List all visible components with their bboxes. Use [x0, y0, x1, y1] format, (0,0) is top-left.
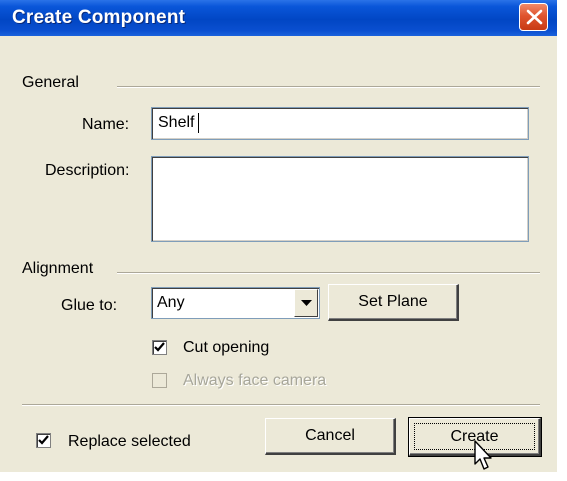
- glue-to-value: Any: [157, 294, 185, 311]
- cancel-label: Cancel: [305, 427, 355, 444]
- general-group-line: [117, 86, 540, 88]
- checkmark-icon: [154, 342, 165, 352]
- dropdown-arrow-button[interactable]: [294, 289, 318, 317]
- alignment-group-label: Alignment: [22, 260, 94, 277]
- replace-selected-checkbox[interactable]: [36, 433, 51, 448]
- name-label: Name:: [82, 116, 130, 133]
- always-face-camera-label: Always face camera: [183, 372, 327, 389]
- mouse-pointer-icon: [474, 440, 492, 470]
- text-caret: [198, 113, 199, 133]
- always-face-camera-checkbox: [152, 373, 167, 388]
- glue-to-label: Glue to:: [61, 297, 118, 314]
- alignment-group-line: [117, 272, 540, 274]
- set-plane-label: Set Plane: [358, 293, 428, 310]
- description-field[interactable]: [151, 156, 529, 242]
- description-label: Description:: [45, 162, 130, 179]
- general-group-label: General: [22, 74, 79, 91]
- name-field[interactable]: Shelf: [151, 107, 529, 140]
- cancel-button[interactable]: Cancel: [265, 418, 396, 455]
- chevron-down-icon: [301, 300, 312, 306]
- footer-divider: [22, 404, 540, 406]
- title-bar[interactable]: Create Component: [0, 0, 557, 36]
- name-field-value: Shelf: [158, 114, 195, 131]
- glue-to-dropdown[interactable]: Any: [151, 287, 320, 319]
- close-button[interactable]: [519, 3, 548, 31]
- cut-opening-checkbox[interactable]: [152, 340, 167, 355]
- create-component-dialog: Create Component General Name: Shelf Des…: [0, 0, 557, 472]
- checkmark-icon: [38, 435, 49, 445]
- set-plane-button[interactable]: Set Plane: [328, 284, 459, 321]
- dialog-title: Create Component: [12, 7, 186, 28]
- close-icon: [526, 9, 543, 25]
- replace-selected-label[interactable]: Replace selected: [68, 432, 191, 452]
- cut-opening-label[interactable]: Cut opening: [183, 338, 269, 358]
